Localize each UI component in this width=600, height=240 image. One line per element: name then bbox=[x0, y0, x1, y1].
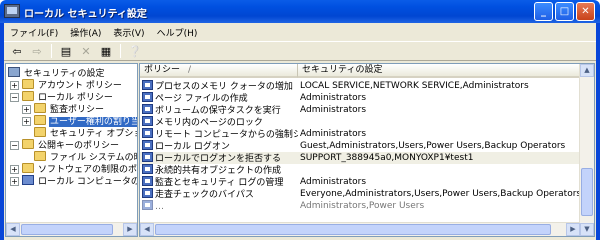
folder-icon bbox=[22, 79, 34, 89]
toolbar-separator bbox=[51, 44, 52, 58]
expand-icon[interactable]: + bbox=[10, 165, 19, 174]
policy-icon bbox=[142, 200, 153, 210]
toolbar-separator bbox=[120, 44, 121, 58]
list-row[interactable]: 永続的共有オブジェクトの作成 bbox=[140, 164, 580, 176]
policy-icon bbox=[142, 188, 153, 198]
list-row-deny-local-logon[interactable]: ローカルでログオンを拒否する SUPPORT_388945a0,MONYOXP1¥… bbox=[140, 152, 580, 164]
list-row[interactable]: ボリュームの保守タスクを実行 Administrators bbox=[140, 104, 580, 116]
list-row[interactable]: ローカル ログオン Guest,Administrators,Users,Powe… bbox=[140, 140, 580, 152]
menu-help[interactable]: ヘルプ(H) bbox=[151, 26, 204, 39]
tree-item-user-rights[interactable]: ユーザー権利の割り当て bbox=[34, 115, 137, 128]
list-row[interactable]: 走査チェックのバイパス Everyone,Administrators,Users… bbox=[140, 188, 580, 200]
expand-icon[interactable]: + bbox=[10, 81, 19, 90]
title-bar: ローカル セキュリティ設定 _ □ ✕ bbox=[0, 0, 600, 23]
scroll-thumb[interactable] bbox=[21, 224, 113, 235]
tree-item-audit-policy[interactable]: 監査ポリシー bbox=[34, 103, 105, 115]
list-row[interactable]: リモート コンピュータからの強制シャッ...Administrators bbox=[140, 128, 580, 140]
list-vertical-scrollbar[interactable]: ▲ ▼ bbox=[579, 64, 594, 236]
forward-arrow-icon[interactable]: ⇨ bbox=[28, 43, 46, 59]
menu-action[interactable]: 操作(A) bbox=[64, 26, 107, 39]
list-row[interactable]: メモリ内のページのロック bbox=[140, 116, 580, 128]
toolbar: ⇦ ⇨ ▤ ✕ ▦ ❔ bbox=[4, 41, 596, 61]
folder-icon bbox=[34, 103, 46, 113]
maximize-button[interactable]: □ bbox=[555, 2, 574, 21]
scroll-left-icon[interactable]: ◀ bbox=[6, 223, 20, 236]
tree-item-public-key-policy[interactable]: 公開キーのポリシー bbox=[22, 139, 120, 151]
menu-bar: ファイル(F) 操作(A) 表示(V) ヘルプ(H) bbox=[4, 23, 596, 41]
tree-pane[interactable]: セキュリティの設定 + アカウント ポリシー − ローカル ポリシー + 監査ポ… bbox=[5, 63, 138, 237]
back-arrow-icon[interactable]: ⇦ bbox=[8, 43, 26, 59]
tree-item-security-settings[interactable]: セキュリティの設定 bbox=[8, 67, 105, 79]
properties-icon[interactable]: ▦ bbox=[97, 43, 115, 59]
policy-icon bbox=[142, 152, 153, 162]
list-row[interactable]: プロセスのメモリ クォータの増加 LOCAL SERVICE,NETWORK SE… bbox=[140, 80, 580, 92]
tree-item-local-policy[interactable]: ローカル ポリシー bbox=[22, 91, 114, 103]
up-folder-icon[interactable]: ▤ bbox=[57, 43, 75, 59]
tree-item-software-restriction[interactable]: ソフトウェアの制限のポリシー bbox=[22, 163, 137, 175]
policy-icon bbox=[142, 128, 153, 138]
scroll-right-icon[interactable]: ▶ bbox=[123, 223, 137, 236]
policy-icon bbox=[142, 176, 153, 186]
scroll-right-icon[interactable]: ▶ bbox=[566, 223, 580, 236]
folder-icon bbox=[34, 151, 46, 161]
list-row[interactable]: … Administrators,Power Users bbox=[140, 200, 580, 212]
policy-icon bbox=[142, 116, 153, 126]
collapse-icon[interactable]: − bbox=[10, 141, 19, 150]
scroll-down-icon[interactable]: ▼ bbox=[580, 223, 594, 236]
tree-horizontal-scrollbar[interactable]: ◀ ▶ bbox=[6, 222, 137, 236]
scroll-thumb[interactable] bbox=[581, 168, 593, 216]
folder-icon bbox=[34, 127, 46, 137]
policy-icon bbox=[142, 104, 153, 114]
expand-icon[interactable]: + bbox=[10, 177, 19, 186]
list-horizontal-scrollbar[interactable]: ◀ ▶ bbox=[140, 222, 580, 236]
delete-icon[interactable]: ✕ bbox=[77, 43, 95, 59]
ip-security-policy-icon bbox=[22, 175, 34, 185]
folder-open-icon bbox=[34, 115, 46, 125]
folder-icon bbox=[22, 163, 34, 173]
column-header-security-setting[interactable]: セキュリティの設定 bbox=[298, 64, 580, 78]
expand-icon[interactable]: + bbox=[22, 117, 31, 126]
scroll-up-icon[interactable]: ▲ bbox=[580, 64, 594, 77]
collapse-icon[interactable]: − bbox=[10, 93, 19, 102]
folder-icon bbox=[22, 139, 34, 149]
close-button[interactable]: ✕ bbox=[576, 2, 595, 21]
list-row[interactable]: 監査とセキュリティ ログの管理 Administrators bbox=[140, 176, 580, 188]
folder-icon bbox=[22, 91, 34, 101]
scroll-left-icon[interactable]: ◀ bbox=[140, 223, 154, 236]
window-title: ローカル セキュリティ設定 bbox=[24, 9, 147, 20]
column-header-policy[interactable]: ポリシー / bbox=[140, 64, 298, 78]
expand-icon[interactable]: + bbox=[22, 105, 31, 114]
list-row[interactable]: ページ ファイルの作成 Administrators bbox=[140, 92, 580, 104]
policy-list-pane[interactable]: ポリシー / セキュリティの設定 プロセスのメモリ クォータの増加 LOCAL S… bbox=[139, 63, 595, 237]
minimize-button[interactable]: _ bbox=[534, 2, 553, 21]
tree-item-ip-security[interactable]: ローカル コンピュータの IP セキュリティ bbox=[22, 175, 137, 187]
menu-file[interactable]: ファイル(F) bbox=[4, 26, 64, 39]
policy-icon bbox=[142, 92, 153, 102]
tree-item-efs[interactable]: ファイル システムの暗号化 bbox=[34, 151, 137, 163]
policy-icon bbox=[142, 164, 153, 174]
tree-item-security-options[interactable]: セキュリティ オプション bbox=[34, 127, 137, 139]
computer-icon bbox=[8, 67, 20, 77]
menu-view[interactable]: 表示(V) bbox=[107, 26, 150, 39]
local-security-settings-icon bbox=[4, 4, 20, 18]
tree-item-account-policy[interactable]: アカウント ポリシー bbox=[22, 79, 123, 91]
scroll-thumb[interactable] bbox=[155, 224, 551, 235]
policy-icon bbox=[142, 140, 153, 150]
policy-icon bbox=[142, 80, 153, 90]
sort-indicator: / bbox=[188, 65, 192, 75]
help-icon[interactable]: ❔ bbox=[126, 43, 144, 59]
